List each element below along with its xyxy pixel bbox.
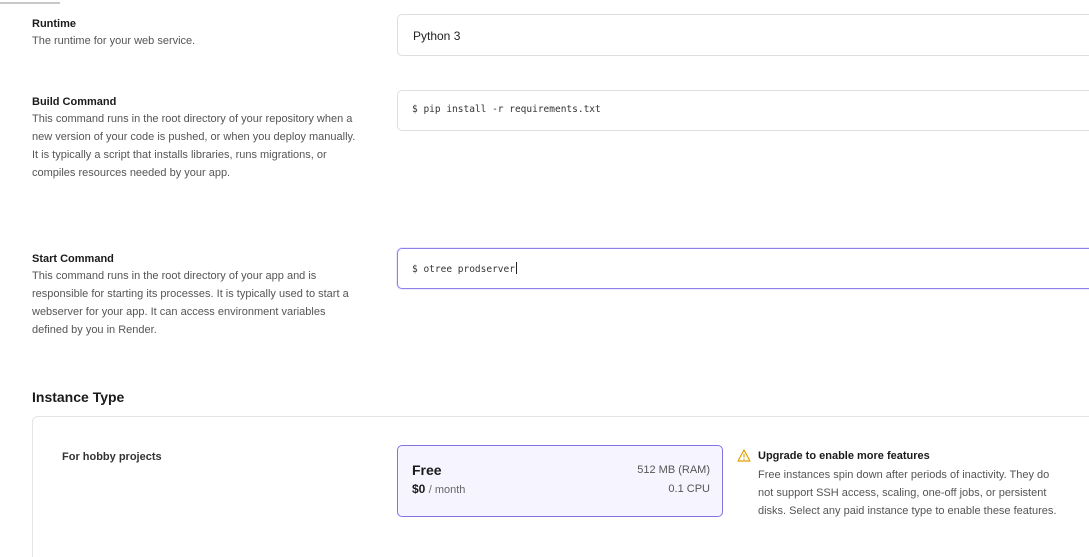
plan-cpu: 0.1 CPU [668, 483, 710, 495]
plan-name: Free [412, 462, 442, 478]
start-command-description: This command runs in the root directory … [32, 270, 349, 336]
instance-type-panel: For hobby projects Free $0 / month 512 M… [32, 416, 1089, 557]
plan-price: $0 [412, 482, 426, 496]
instance-type-heading: Instance Type [32, 389, 125, 405]
build-command-description: This command runs in the root directory … [32, 113, 356, 179]
start-command-value: $ otree prodserver [412, 264, 515, 275]
warning-icon [737, 449, 751, 462]
plan-ram: 512 MB (RAM) [637, 464, 710, 476]
hobby-projects-label: For hobby projects [62, 451, 162, 463]
build-command-row: Build Command This command runs in the r… [32, 90, 1089, 215]
plan-price-line: $0 / month [412, 482, 465, 496]
runtime-selected-value: Python 3 [413, 29, 461, 43]
build-command-value: $ pip install -r requirements.txt [412, 104, 601, 115]
build-command-input[interactable]: $ pip install -r requirements.txt [397, 90, 1089, 131]
start-command-input[interactable]: $ otree prodserver [397, 248, 1089, 289]
scrolled-content-edge [0, 0, 80, 4]
notice-text: Free instances spin down after periods o… [758, 469, 1057, 517]
text-caret [515, 262, 517, 274]
runtime-description: The runtime for your web service. [32, 35, 196, 47]
start-command-row: Start Command This command runs in the r… [32, 248, 1089, 352]
free-plan-card[interactable]: Free $0 / month 512 MB (RAM) 0.1 CPU [397, 445, 723, 517]
runtime-select[interactable]: Python 3 [397, 14, 1089, 56]
runtime-row: Runtime The runtime for your web service… [32, 14, 1089, 64]
plan-period: / month [428, 484, 466, 496]
notice-title: Upgrade to enable more features [758, 450, 930, 462]
